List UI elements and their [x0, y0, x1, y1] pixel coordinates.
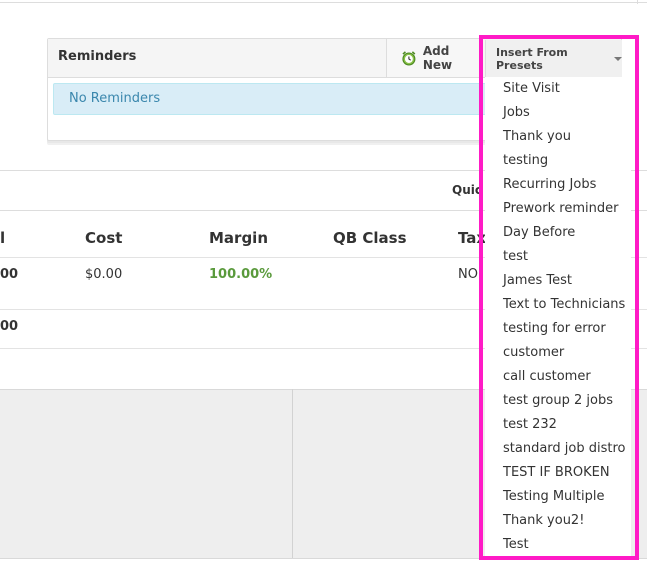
total-column-header: l	[0, 229, 6, 247]
preset-item[interactable]: customer	[485, 341, 631, 365]
preset-item[interactable]: Jobs	[485, 101, 631, 125]
preset-item[interactable]: Thank you	[485, 125, 631, 149]
reminders-title: Reminders	[58, 49, 137, 64]
insert-from-presets-label: Insert From Presets	[496, 45, 568, 72]
margin-column-header: Margin	[209, 229, 269, 247]
add-new-reminder-button[interactable]: Add New	[386, 39, 482, 77]
add-new-label: Add New	[422, 44, 453, 72]
presets-dropdown-menu: Site Visit Jobs Thank you testing Recurr…	[485, 77, 631, 557]
bottom-divider	[0, 558, 647, 559]
alarm-clock-icon	[402, 51, 416, 66]
preset-item[interactable]: test	[485, 245, 631, 269]
preset-item[interactable]: Site Visit	[485, 77, 631, 101]
preset-item[interactable]: testing for error	[485, 317, 631, 341]
caret-down-icon	[614, 57, 622, 61]
top-divider-corner	[637, 0, 638, 4]
preset-item[interactable]: testing	[485, 149, 631, 173]
lower-panel-divider	[292, 389, 293, 559]
preset-item[interactable]: Recurring Jobs	[485, 173, 631, 197]
preset-item[interactable]: Test	[485, 533, 631, 557]
preset-item[interactable]: test 232	[485, 413, 631, 437]
footer-total-cell: 00	[0, 319, 19, 334]
row-tax-cell: NO	[458, 267, 478, 282]
insert-from-presets-button[interactable]: Insert From Presets	[485, 40, 622, 77]
cost-column-header: Cost	[85, 229, 123, 247]
preset-item[interactable]: call customer	[485, 365, 631, 389]
quick-label: Quic	[452, 183, 482, 197]
top-divider	[0, 0, 647, 3]
row-total-cell: 00	[0, 267, 19, 282]
preset-item[interactable]: Thank you2!	[485, 509, 631, 533]
preset-item[interactable]: standard job distro	[485, 437, 631, 461]
preset-item[interactable]: Prework reminder	[485, 197, 631, 221]
preset-item[interactable]: Day Before	[485, 221, 631, 245]
page: Reminders Add New No Reminders Quic l Co…	[0, 0, 647, 561]
qb-class-column-header: QB Class	[333, 229, 407, 247]
tax-column-header: Tax	[458, 229, 487, 247]
preset-item[interactable]: TEST IF BROKEN	[485, 461, 631, 485]
preset-item[interactable]: Testing Multiple	[485, 485, 631, 509]
lower-left-panel	[0, 389, 292, 559]
preset-item[interactable]: Text to Technicians	[485, 293, 631, 317]
preset-item[interactable]: James Test	[485, 269, 631, 293]
preset-item[interactable]: test group 2 jobs	[485, 389, 631, 413]
row-cost-cell: $0.00	[85, 267, 123, 282]
row-margin-cell: 100.00%	[209, 267, 273, 282]
